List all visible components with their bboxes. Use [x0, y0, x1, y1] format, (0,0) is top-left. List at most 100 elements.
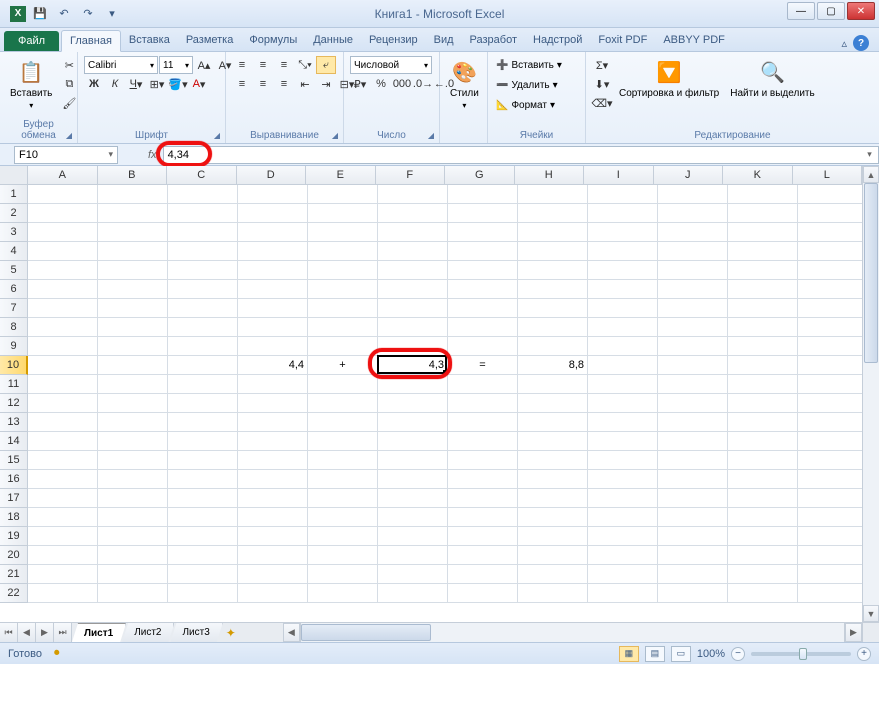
cell-L10[interactable] [798, 356, 862, 375]
cell-C1[interactable] [168, 185, 238, 204]
cell-D3[interactable] [238, 223, 308, 242]
cell-C4[interactable] [168, 242, 238, 261]
cell-F6[interactable] [378, 280, 448, 299]
cell-F21[interactable] [378, 565, 448, 584]
cell-E22[interactable] [308, 584, 378, 603]
cell-G11[interactable] [448, 375, 518, 394]
cell-L17[interactable] [798, 489, 862, 508]
cell-F5[interactable] [378, 261, 448, 280]
cell-K6[interactable] [728, 280, 798, 299]
cell-E3[interactable] [308, 223, 378, 242]
cell-F16[interactable] [378, 470, 448, 489]
row-header-3[interactable]: 3 [0, 223, 28, 242]
cell-J10[interactable] [658, 356, 728, 375]
cell-F1[interactable] [378, 185, 448, 204]
column-header-D[interactable]: D [237, 166, 307, 185]
ribbon-minimize-icon[interactable]: ▵ [841, 37, 847, 50]
qat-dropdown[interactable]: ▾ [102, 4, 122, 24]
row-header-14[interactable]: 14 [0, 432, 28, 451]
align-middle-button[interactable]: ≡ [253, 56, 273, 74]
cell-C6[interactable] [168, 280, 238, 299]
cell-D2[interactable] [238, 204, 308, 223]
cell-L9[interactable] [798, 337, 862, 356]
cell-I17[interactable] [588, 489, 658, 508]
row-header-4[interactable]: 4 [0, 242, 28, 261]
row-header-9[interactable]: 9 [0, 337, 28, 356]
ribbon-tab-рецензир[interactable]: Рецензир [361, 30, 426, 51]
italic-button[interactable]: К [105, 75, 125, 93]
cell-G15[interactable] [448, 451, 518, 470]
cell-J8[interactable] [658, 318, 728, 337]
formula-bar-expand-button[interactable]: ▾ [861, 146, 879, 164]
dialog-launcher-icon[interactable]: ◢ [211, 129, 223, 141]
column-header-E[interactable]: E [306, 166, 376, 185]
bold-button[interactable]: Ж [84, 75, 104, 93]
cell-G14[interactable] [448, 432, 518, 451]
cell-E14[interactable] [308, 432, 378, 451]
cell-K20[interactable] [728, 546, 798, 565]
wrap-text-button[interactable]: ⤶ [316, 56, 336, 74]
row-header-10[interactable]: 10 [0, 356, 28, 375]
cell-C9[interactable] [168, 337, 238, 356]
name-box[interactable]: F10 ▾ [14, 146, 118, 164]
cell-L13[interactable] [798, 413, 862, 432]
cell-L21[interactable] [798, 565, 862, 584]
cell-A10[interactable] [28, 356, 98, 375]
insert-cells-button[interactable]: ➕Вставить ▾ [494, 56, 564, 74]
copy-button[interactable]: ⧉ [59, 75, 79, 93]
row-header-5[interactable]: 5 [0, 261, 28, 280]
column-header-F[interactable]: F [376, 166, 446, 185]
cell-K8[interactable] [728, 318, 798, 337]
cell-H22[interactable] [518, 584, 588, 603]
cell-L19[interactable] [798, 527, 862, 546]
orientation-button[interactable]: ⤡▾ [295, 56, 315, 74]
cell-H18[interactable] [518, 508, 588, 527]
formula-input[interactable]: 4,34 [163, 146, 861, 164]
cell-E4[interactable] [308, 242, 378, 261]
increase-font-button[interactable]: A▴ [194, 56, 214, 74]
view-layout-button[interactable]: ▤ [645, 646, 665, 662]
cell-L16[interactable] [798, 470, 862, 489]
font-name-select[interactable]: Calibri▾ [84, 56, 158, 74]
cell-E15[interactable] [308, 451, 378, 470]
cell-D15[interactable] [238, 451, 308, 470]
cell-A4[interactable] [28, 242, 98, 261]
cell-D6[interactable] [238, 280, 308, 299]
cell-C2[interactable] [168, 204, 238, 223]
view-normal-button[interactable]: ▦ [619, 646, 639, 662]
cell-K22[interactable] [728, 584, 798, 603]
cell-E17[interactable] [308, 489, 378, 508]
cell-H19[interactable] [518, 527, 588, 546]
cell-K11[interactable] [728, 375, 798, 394]
cell-K16[interactable] [728, 470, 798, 489]
cell-C8[interactable] [168, 318, 238, 337]
scroll-thumb[interactable] [864, 183, 878, 363]
cell-B18[interactable] [98, 508, 168, 527]
cell-L5[interactable] [798, 261, 862, 280]
cell-G9[interactable] [448, 337, 518, 356]
row-header-8[interactable]: 8 [0, 318, 28, 337]
dialog-launcher-icon[interactable]: ◢ [425, 129, 437, 141]
cell-H5[interactable] [518, 261, 588, 280]
cell-H1[interactable] [518, 185, 588, 204]
border-button[interactable]: ⊞▾ [147, 75, 167, 93]
cell-G3[interactable] [448, 223, 518, 242]
cell-D1[interactable] [238, 185, 308, 204]
decrease-indent-button[interactable]: ⇤ [295, 75, 315, 93]
cell-K3[interactable] [728, 223, 798, 242]
scroll-track[interactable] [863, 183, 879, 605]
cell-G8[interactable] [448, 318, 518, 337]
close-button[interactable]: ✕ [847, 2, 875, 20]
cell-C11[interactable] [168, 375, 238, 394]
cell-K10[interactable] [728, 356, 798, 375]
cell-K5[interactable] [728, 261, 798, 280]
cell-G16[interactable] [448, 470, 518, 489]
cell-B5[interactable] [98, 261, 168, 280]
cell-B6[interactable] [98, 280, 168, 299]
cell-E21[interactable] [308, 565, 378, 584]
scroll-left-button[interactable]: ◀ [283, 623, 300, 642]
cell-F7[interactable] [378, 299, 448, 318]
tab-nav-first[interactable]: ⏮ [0, 623, 18, 642]
cell-H6[interactable] [518, 280, 588, 299]
row-header-16[interactable]: 16 [0, 470, 28, 489]
